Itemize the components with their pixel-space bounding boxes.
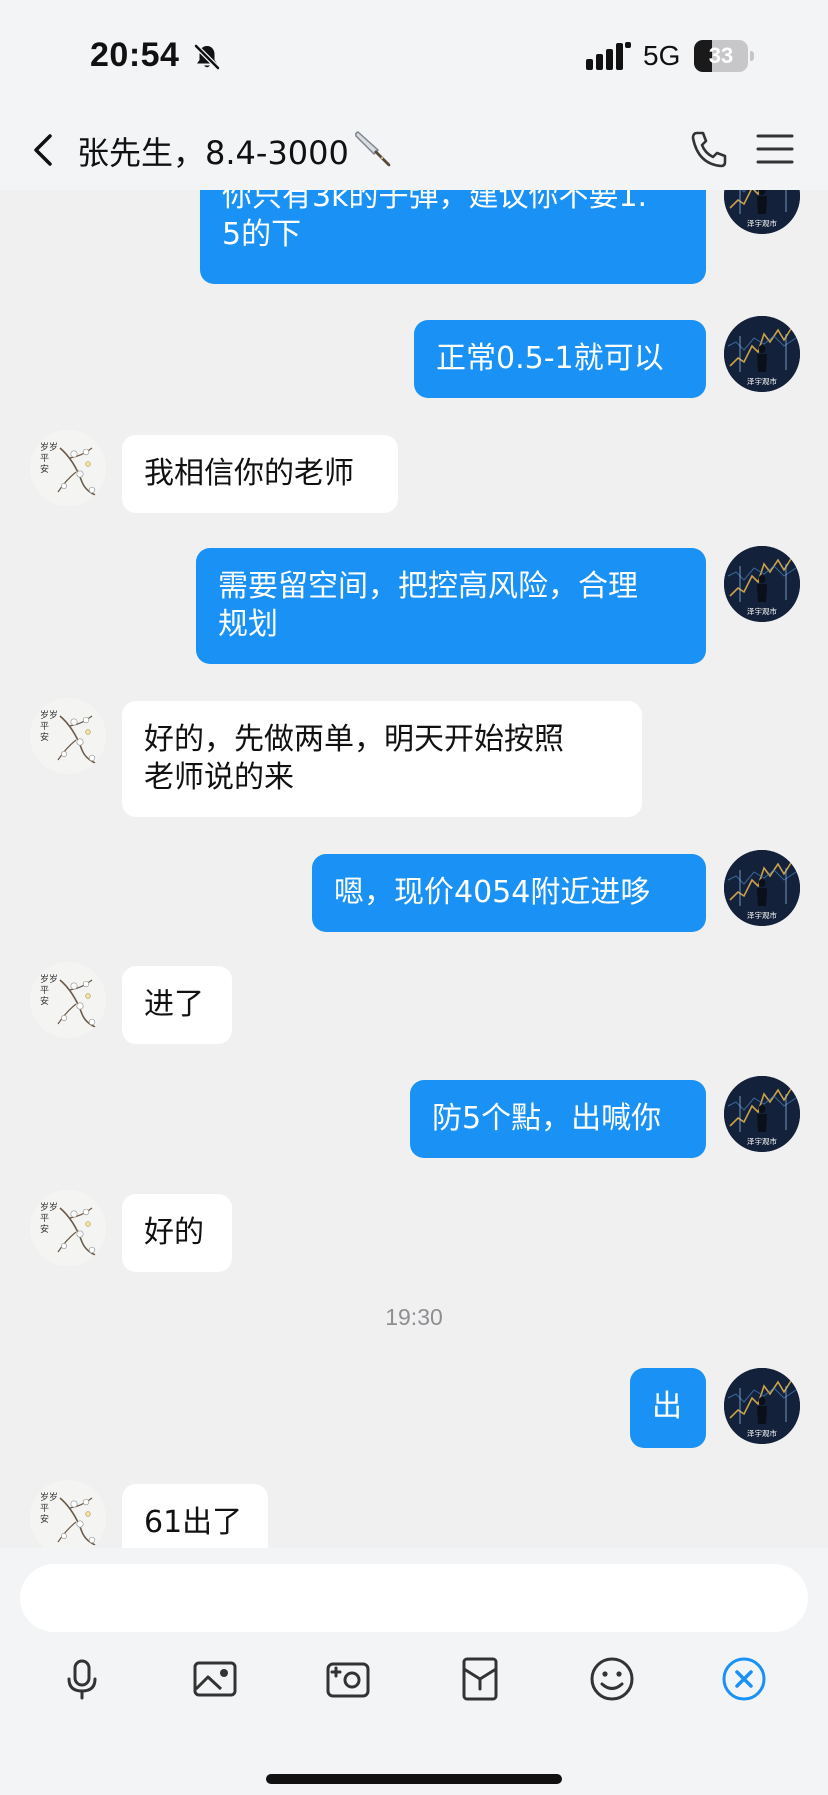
self-avatar[interactable]: 泽宇观市 [724, 1076, 800, 1152]
self-avatar[interactable]: 泽宇观市 [724, 1368, 800, 1444]
incoming-message-bubble[interactable]: 进了 [122, 966, 232, 1044]
self-avatar[interactable]: 泽宇观市 [724, 316, 800, 392]
svg-text:泽宇观市: 泽宇观市 [747, 376, 777, 386]
incoming-message-bubble[interactable]: 61出了 [122, 1484, 268, 1548]
contact-avatar[interactable]: 岁岁 平 安 [30, 698, 106, 774]
emoji-icon[interactable] [588, 1655, 636, 1703]
menu-icon[interactable] [756, 132, 794, 166]
home-indicator[interactable] [266, 1774, 562, 1784]
mic-icon[interactable] [58, 1655, 106, 1703]
battery-icon: 33 [694, 40, 754, 72]
incoming-message-bubble[interactable]: 我相信你的老师 [122, 435, 398, 513]
svg-text:岁岁: 岁岁 [40, 709, 58, 721]
message-text: 好的 [144, 1215, 204, 1250]
svg-text:安: 安 [40, 1223, 49, 1235]
svg-text:泽宇观市: 泽宇观市 [747, 1428, 777, 1438]
message-text: 防5个點，出喊你 [432, 1101, 662, 1136]
self-avatar[interactable]: 泽宇观市 [724, 546, 800, 622]
outgoing-message-bubble[interactable]: 正常0.5-1就可以 [414, 320, 706, 398]
svg-text:岁岁: 岁岁 [40, 441, 58, 453]
contact-avatar[interactable]: 岁岁 平 安 [30, 1190, 106, 1266]
svg-text:平: 平 [40, 1503, 49, 1514]
phone-icon[interactable] [688, 128, 728, 170]
message-text: 进了 [144, 987, 204, 1022]
image-icon[interactable] [191, 1655, 239, 1703]
svg-text:泽宇观市: 泽宇观市 [747, 606, 777, 616]
signal-icon [586, 42, 631, 70]
svg-text:泽宇观市: 泽宇观市 [747, 1136, 777, 1146]
svg-text:泽宇观市: 泽宇观市 [747, 910, 777, 920]
outgoing-message-bubble[interactable]: 你只有3k的子弹，建议你不要1. 5的下 [200, 190, 706, 284]
message-text: 正常0.5-1就可以 [436, 341, 664, 376]
contact-avatar[interactable]: 岁岁 平 安 [30, 430, 106, 506]
message-text: 出 [652, 1389, 682, 1424]
svg-text:平: 平 [40, 985, 49, 996]
svg-text:岁岁: 岁岁 [40, 1201, 58, 1213]
svg-text:安: 安 [40, 995, 49, 1007]
self-avatar[interactable]: 泽宇观市 [724, 850, 800, 926]
incoming-message-bubble[interactable]: 好的 [122, 1194, 232, 1272]
svg-text:安: 安 [40, 463, 49, 475]
contact-avatar[interactable]: 岁岁 平 安 [30, 1480, 106, 1548]
outgoing-message-bubble[interactable]: 防5个點，出喊你 [410, 1080, 706, 1158]
time-divider: 19:30 [385, 1304, 443, 1330]
message-list[interactable]: 泽宇观市 你只有3k的子弹，建议你不要1. 5的下 泽宇观市 正常0.5-1就可… [0, 190, 828, 1548]
message-text: 好的，先做两单，明天开始按照 老师说的来 [144, 722, 564, 795]
svg-text:安: 安 [40, 731, 49, 743]
svg-text:安: 安 [40, 1513, 49, 1525]
outgoing-message-bubble[interactable]: 出 [630, 1368, 706, 1448]
incoming-message-bubble[interactable]: 好的，先做两单，明天开始按照 老师说的来 [122, 701, 642, 817]
close-circle-icon[interactable] [720, 1655, 768, 1703]
red-packet-icon[interactable] [456, 1655, 504, 1703]
message-text: 我相信你的老师 [144, 456, 354, 491]
svg-text:平: 平 [40, 721, 49, 732]
outgoing-message-bubble[interactable]: 需要留空间，把控高风险，合理 规划 [196, 548, 706, 664]
knife-icon [355, 131, 391, 167]
battery-percent: 33 [708, 43, 734, 68]
svg-text:岁岁: 岁岁 [40, 1491, 58, 1503]
input-area [0, 1548, 828, 1795]
message-text: 你只有3k的子弹，建议你不要1. 5的下 [222, 190, 648, 252]
chat-title[interactable]: 张先生，8.4-3000 [77, 128, 349, 174]
status-time: 20:54 [90, 36, 180, 74]
back-icon[interactable] [28, 128, 60, 172]
contact-avatar[interactable]: 岁岁 平 安 [30, 962, 106, 1038]
svg-text:平: 平 [40, 453, 49, 464]
chat-header: 张先生，8.4-3000 [0, 110, 828, 190]
svg-text:泽宇观市: 泽宇观市 [747, 218, 777, 228]
outgoing-message-bubble[interactable]: 嗯，现价4054附近进哆 [312, 854, 706, 932]
message-text: 需要留空间，把控高风险，合理 规划 [218, 569, 638, 642]
status-bar: 20:54 5G 33 [0, 0, 828, 110]
message-input[interactable] [20, 1564, 808, 1632]
network-type: 5G [643, 40, 681, 71]
self-avatar[interactable]: 泽宇观市 [724, 190, 800, 234]
svg-text:平: 平 [40, 1213, 49, 1224]
bell-off-icon [194, 44, 220, 70]
svg-text:岁岁: 岁岁 [40, 973, 58, 985]
message-text: 61出了 [144, 1505, 243, 1540]
camera-icon[interactable] [324, 1655, 372, 1703]
message-text: 嗯，现价4054附近进哆 [334, 875, 651, 910]
